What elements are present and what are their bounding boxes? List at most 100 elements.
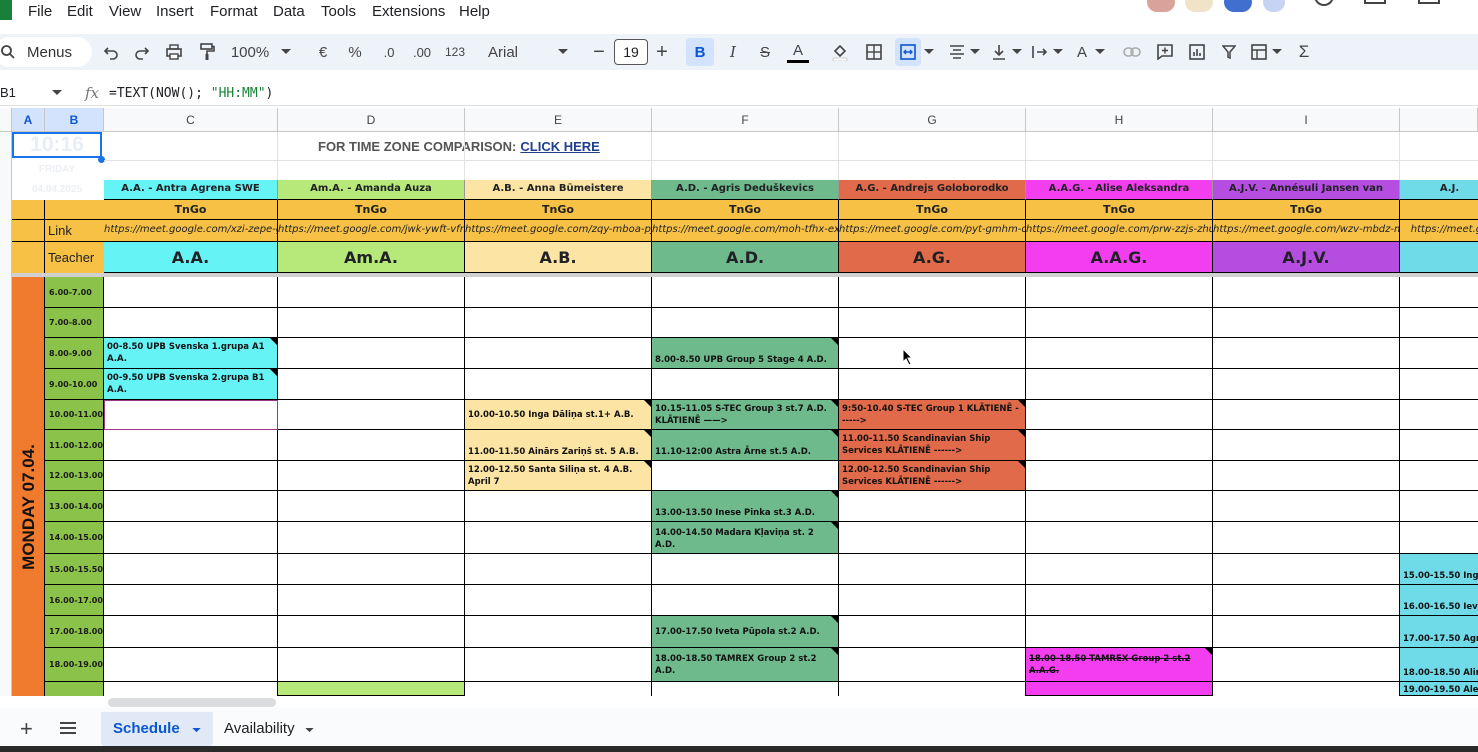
schedule-cell[interactable] bbox=[1026, 461, 1213, 491]
lesson-cell[interactable]: 14.00-14.50 Madara Kļaviņa st. 2 A.D. bbox=[652, 522, 839, 554]
schedule-cell[interactable] bbox=[839, 338, 1026, 369]
chevron-down-icon[interactable] bbox=[278, 38, 294, 66]
meet-link[interactable]: https://meet.google.com/xzi-zepe-gai bbox=[104, 220, 278, 242]
schedule-cell[interactable] bbox=[1213, 682, 1400, 696]
menu-view[interactable]: View bbox=[109, 3, 141, 20]
redo-icon[interactable] bbox=[131, 38, 153, 66]
column-header-a[interactable]: A bbox=[12, 108, 45, 132]
lesson-cell[interactable]: 18.00-18.50 TAMREX Group 2 st.2 A.D. bbox=[652, 648, 839, 682]
schedule-cell[interactable] bbox=[652, 554, 839, 585]
schedule-cell[interactable] bbox=[104, 682, 278, 696]
schedule-cell[interactable] bbox=[104, 308, 278, 338]
schedule-cell[interactable] bbox=[1213, 400, 1400, 430]
schedule-cell[interactable] bbox=[104, 461, 278, 491]
schedule-cell[interactable] bbox=[1026, 430, 1213, 461]
schedule-cell[interactable] bbox=[1026, 400, 1213, 430]
lesson-cell[interactable]: 11.10-12:00 Astra Ārne st.5 A.D. bbox=[652, 430, 839, 461]
schedule-cell[interactable] bbox=[1026, 522, 1213, 554]
schedule-cell[interactable] bbox=[1400, 522, 1478, 554]
schedule-cell[interactable] bbox=[1213, 648, 1400, 682]
functions-icon[interactable]: Σ bbox=[1294, 38, 1314, 66]
font-size-decrease-icon[interactable]: − bbox=[590, 38, 608, 66]
all-sheets-icon[interactable] bbox=[60, 722, 76, 734]
lesson-cell[interactable]: 13.00-13.50 Inese Pinka st.3 A.D. bbox=[652, 491, 839, 522]
menu-insert[interactable]: Insert bbox=[156, 3, 194, 20]
schedule-cell[interactable] bbox=[465, 648, 652, 682]
filter-views-icon[interactable] bbox=[1248, 38, 1270, 66]
column-header-g[interactable]: G bbox=[839, 108, 1026, 132]
meet-link[interactable]: https://meet.google.com/pyt-gmhm-dye bbox=[839, 220, 1026, 242]
insert-comment-icon[interactable] bbox=[1154, 38, 1176, 66]
italic-icon[interactable]: I bbox=[722, 38, 744, 66]
schedule-cell[interactable] bbox=[652, 585, 839, 616]
schedule-cell[interactable] bbox=[1026, 338, 1213, 369]
schedule-cell[interactable] bbox=[1213, 308, 1400, 338]
chevron-down-icon[interactable] bbox=[1010, 38, 1024, 66]
schedule-cell[interactable] bbox=[652, 308, 839, 338]
select-all-corner[interactable] bbox=[0, 108, 12, 132]
schedule-cell[interactable] bbox=[1026, 682, 1213, 696]
fill-color-icon[interactable] bbox=[829, 38, 851, 66]
chevron-down-icon[interactable] bbox=[1051, 38, 1065, 66]
column-header-i[interactable]: I bbox=[1213, 108, 1400, 132]
comment-icon[interactable] bbox=[1364, 0, 1386, 4]
schedule-cell[interactable] bbox=[1213, 461, 1400, 491]
schedule-cell[interactable] bbox=[465, 616, 652, 648]
schedule-cell[interactable] bbox=[839, 522, 1026, 554]
schedule-cell[interactable] bbox=[278, 554, 465, 585]
schedule-cell[interactable] bbox=[104, 616, 278, 648]
schedule-cell[interactable] bbox=[278, 648, 465, 682]
collaborator-avatar[interactable] bbox=[1263, 0, 1285, 12]
text-wrap-icon[interactable] bbox=[1029, 38, 1051, 66]
schedule-cell[interactable] bbox=[1026, 308, 1213, 338]
schedule-cell[interactable] bbox=[1213, 430, 1400, 461]
chevron-down-icon[interactable] bbox=[922, 38, 936, 66]
font-select[interactable]: Arial bbox=[488, 38, 548, 66]
schedule-cell[interactable] bbox=[652, 461, 839, 491]
schedule-cell[interactable] bbox=[1213, 491, 1400, 522]
bold-icon[interactable]: B bbox=[686, 38, 714, 66]
lesson-cell[interactable]: 15.00-15.50 Inga bbox=[1400, 554, 1478, 585]
schedule-cell[interactable] bbox=[465, 491, 652, 522]
schedule-cell[interactable] bbox=[104, 648, 278, 682]
schedule-cell[interactable] bbox=[465, 369, 652, 400]
lesson-cell[interactable]: 17.00-17.50 Iveta Pūpola st.2 A.D. bbox=[652, 616, 839, 648]
schedule-cell[interactable] bbox=[278, 522, 465, 554]
filter-icon[interactable] bbox=[1218, 38, 1240, 66]
schedule-cell[interactable] bbox=[1213, 522, 1400, 554]
schedule-cell[interactable] bbox=[1213, 369, 1400, 400]
font-size-increase-icon[interactable]: + bbox=[653, 38, 671, 66]
number-format-button[interactable]: 123 bbox=[442, 38, 468, 66]
lesson-cell[interactable]: 8.00-8.50 UPB Group 5 Stage 4 A.D. bbox=[652, 338, 839, 369]
schedule-cell[interactable] bbox=[1400, 400, 1478, 430]
schedule-cell[interactable] bbox=[652, 369, 839, 400]
lesson-cell[interactable]: 10.00-10.50 Inga Dāliņa st.1+ A.B. bbox=[465, 400, 652, 430]
schedule-cell[interactable] bbox=[465, 585, 652, 616]
font-size-input[interactable]: 19 bbox=[614, 39, 648, 65]
increase-decimal-button[interactable]: .00 bbox=[408, 38, 436, 66]
sheet-grid[interactable]: A B C D E F G H I 10:16 FRIDAY 04.04.2025 FOR TIME Z… bbox=[0, 108, 1478, 696]
meet-link[interactable]: https://meet.google.com/moh-tfhx-exv bbox=[652, 220, 839, 242]
schedule-cell[interactable] bbox=[839, 648, 1026, 682]
lesson-cell[interactable]: 00-9.50 UPB Svenska 2.grupa B1 A.A. bbox=[104, 369, 278, 400]
schedule-cell[interactable] bbox=[278, 616, 465, 648]
schedule-cell[interactable] bbox=[465, 277, 652, 308]
meet-link[interactable]: https://meet.google.com/zqy-mboa-pjg bbox=[465, 220, 652, 242]
meet-link[interactable]: https://meet.go bbox=[1400, 220, 1478, 242]
schedule-cell[interactable] bbox=[104, 585, 278, 616]
schedule-cell[interactable] bbox=[465, 682, 652, 696]
schedule-cell[interactable] bbox=[278, 491, 465, 522]
schedule-cell[interactable] bbox=[1213, 616, 1400, 648]
sheets-logo[interactable] bbox=[0, 0, 12, 20]
lesson-cell[interactable]: 11.00-11.50 Scandinavian Ship Services K… bbox=[839, 430, 1026, 461]
menu-edit[interactable]: Edit bbox=[67, 3, 93, 20]
meet-link[interactable]: https://meet.google.com/wzv-mbdz-mba bbox=[1213, 220, 1400, 242]
lesson-cell[interactable]: 18.00-18.50 Alin bbox=[1400, 648, 1478, 682]
schedule-cell[interactable] bbox=[1026, 491, 1213, 522]
lesson-cell[interactable]: 16.00-16.50 Ieva bbox=[1400, 585, 1478, 616]
schedule-cell[interactable] bbox=[278, 308, 465, 338]
column-header-e[interactable]: E bbox=[465, 108, 652, 132]
meet-icon[interactable] bbox=[1418, 0, 1440, 4]
link-icon[interactable] bbox=[1121, 38, 1143, 66]
zoom-select[interactable]: 100% bbox=[228, 38, 272, 66]
